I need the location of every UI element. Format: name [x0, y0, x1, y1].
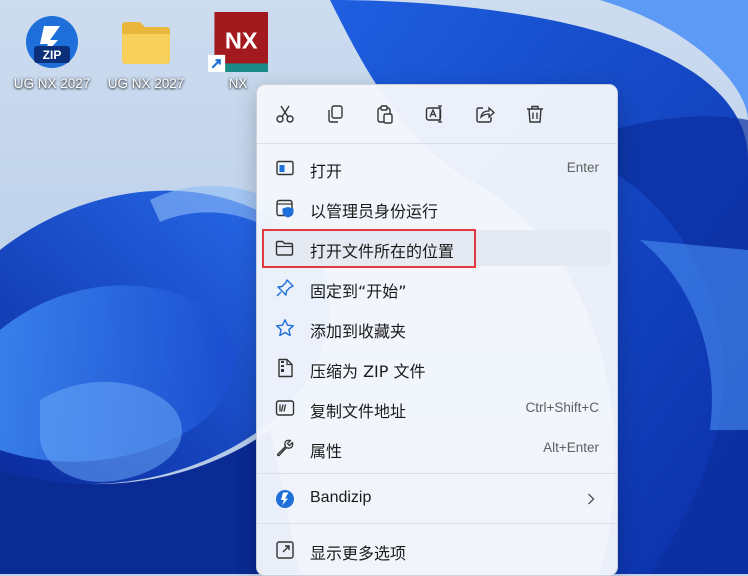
context-menu: 打开 Enter 以管理员身份运行 打开文件所在的位置 固定到“开始” 添加到收… [256, 84, 618, 576]
svg-text:ZIP: ZIP [43, 48, 62, 62]
menu-item-open[interactable]: 打开 Enter [263, 150, 611, 186]
menu-item-compress-zip[interactable]: 压缩为 ZIP 文件 [263, 350, 611, 386]
menu-item-copy-path[interactable]: 复制文件地址 Ctrl+Shift+C [263, 390, 611, 426]
copy-button[interactable] [318, 99, 352, 129]
more-options-icon [276, 541, 294, 559]
desktop-icon-label: UG NX 2027 [107, 76, 185, 91]
separator [257, 523, 617, 524]
menu-item-run-as-admin[interactable]: 以管理员身份运行 [263, 190, 611, 226]
menu-item-show-more-options[interactable]: 显示更多选项 [263, 532, 611, 568]
rename-button[interactable] [418, 99, 452, 129]
menu-item-label: 显示更多选项 [310, 544, 407, 563]
menu-item-label: Bandizip [310, 489, 372, 506]
menu-item-shortcut: Ctrl+Shift+C [525, 400, 599, 415]
chevron-right-icon [588, 493, 595, 505]
delete-button[interactable] [518, 99, 552, 129]
menu-item-label: 压缩为 ZIP 文件 [310, 362, 426, 381]
menu-item-label: 打开文件所在的位置 [310, 242, 455, 261]
rename-icon [425, 105, 442, 123]
zip-file-icon [278, 358, 293, 378]
separator [257, 143, 617, 144]
nx-shortcut-icon: NX [208, 12, 268, 72]
menu-item-shortcut: Enter [566, 160, 599, 175]
admin-shield-icon [276, 199, 294, 218]
desktop-icon-ug-nx-zip[interactable]: ZIP UG NX 2027 [4, 10, 100, 100]
desktop-icon-ug-nx-folder[interactable]: UG NX 2027 [98, 10, 194, 100]
share-icon [476, 106, 495, 123]
nx-logo-text: NX [225, 27, 258, 53]
menu-item-label: 添加到收藏夹 [310, 322, 407, 341]
menu-item-label: 复制文件地址 [310, 402, 407, 421]
menu-item-label: 属性 [310, 442, 343, 461]
menu-item-label: 打开 [310, 162, 343, 181]
bandizip-icon [276, 490, 294, 508]
context-menu-toolbar [257, 85, 617, 141]
menu-item-shortcut: Alt+Enter [543, 440, 599, 455]
paste-icon [377, 105, 393, 124]
copy-icon [328, 105, 343, 123]
menu-item-pin-to-start[interactable]: 固定到“开始” [263, 270, 611, 306]
trash-icon [527, 105, 543, 123]
pin-icon [276, 279, 294, 297]
menu-item-add-to-favorites[interactable]: 添加到收藏夹 [263, 310, 611, 346]
star-icon [276, 319, 294, 337]
zip-archive-icon: ZIP [26, 16, 78, 68]
folder-open-icon [275, 240, 294, 256]
cut-button[interactable] [268, 99, 302, 129]
menu-item-bandizip[interactable]: Bandizip [263, 481, 611, 517]
desktop-icon-label: UG NX 2027 [13, 76, 91, 91]
separator [257, 473, 617, 474]
share-button[interactable] [468, 99, 502, 129]
menu-item-open-file-location[interactable]: 打开文件所在的位置 [263, 230, 611, 266]
paste-button[interactable] [368, 99, 402, 129]
open-window-icon [276, 160, 294, 176]
scissors-icon [276, 105, 294, 123]
menu-item-label: 固定到“开始” [310, 282, 407, 301]
folder-icon [122, 22, 170, 64]
menu-item-properties[interactable]: 属性 Alt+Enter [263, 430, 611, 466]
wrench-icon [276, 439, 294, 457]
copy-path-icon [275, 400, 295, 416]
menu-item-label: 以管理员身份运行 [310, 202, 439, 221]
